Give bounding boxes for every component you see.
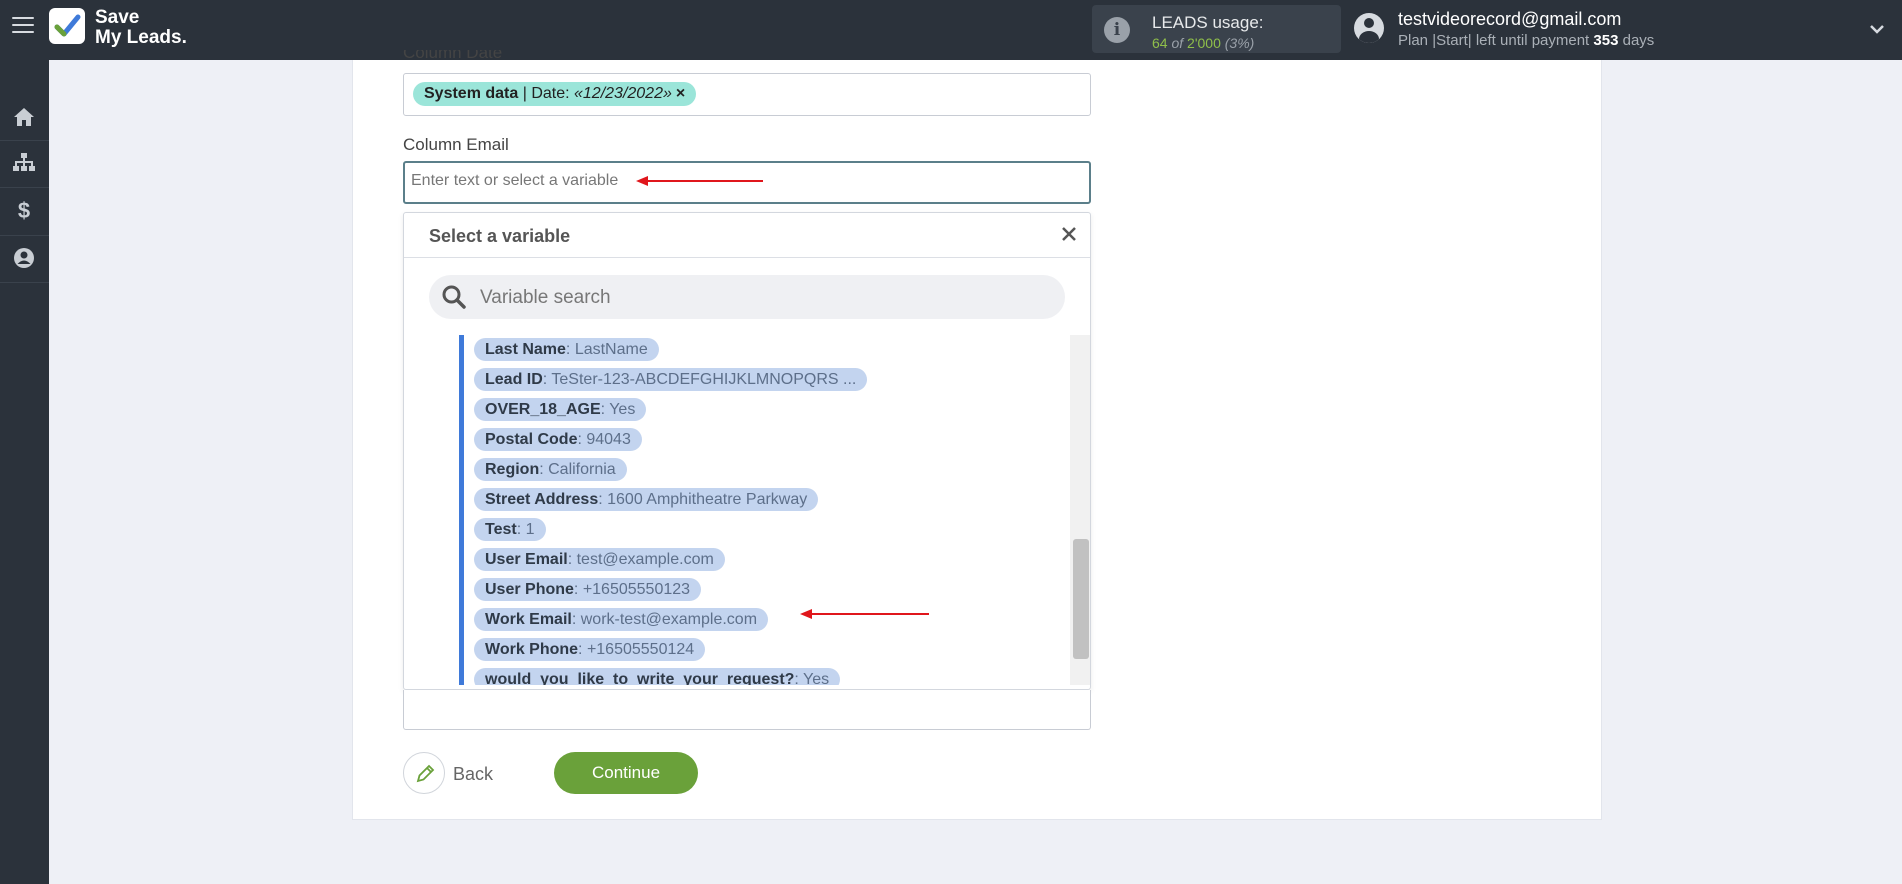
variable-item[interactable]: Work Phone: +16505550124 <box>474 638 706 661</box>
variable-value: : 1 <box>516 521 535 538</box>
connections-icon[interactable] <box>10 148 38 176</box>
pencil-icon <box>416 764 435 783</box>
menu-icon[interactable] <box>12 17 34 35</box>
variable-item[interactable]: OVER_18_AGE: Yes <box>474 398 647 421</box>
variable-value: : Yes <box>600 401 636 418</box>
variable-key: Last Name <box>485 341 566 358</box>
usage-value: 64 of 2'000 (3%) <box>1152 35 1254 51</box>
variable-item[interactable]: Last Name: LastName <box>474 338 659 361</box>
variable-item[interactable]: Test: 1 <box>474 518 546 541</box>
variable-key: would_you_like_to_write_your_request? <box>485 671 795 685</box>
close-icon[interactable] <box>1060 225 1078 243</box>
plan-text: Plan |Start| left until payment <box>1398 32 1590 49</box>
variable-value: : +16505550124 <box>578 641 695 658</box>
tag-source: System data <box>424 85 519 102</box>
search-input[interactable] <box>480 287 1040 309</box>
variable-key: Street Address <box>485 491 599 508</box>
variable-key: Postal Code <box>485 431 578 448</box>
variable-item[interactable]: Postal Code: 94043 <box>474 428 642 451</box>
column-email-label: Column Email <box>403 135 509 154</box>
logo-icon[interactable] <box>49 8 85 44</box>
leads-usage-panel: i LEADS usage: 64 of 2'000 (3%) <box>1092 5 1341 53</box>
logo-text[interactable]: Save My Leads. <box>95 8 187 48</box>
variable-item[interactable]: User Phone: +16505550123 <box>474 578 702 601</box>
column-date-label: Column Date <box>403 50 503 60</box>
variable-key: Work Email <box>485 611 572 628</box>
scrollbar-thumb[interactable] <box>1073 539 1089 659</box>
date-variable-tag[interactable]: System data | Date: «12/23/2022» × <box>413 82 697 106</box>
variable-value: : TeSter-123-ABCDEFGHIJKLMNOPQRS ... <box>542 371 857 388</box>
usage-of: of <box>1171 35 1184 51</box>
variable-item[interactable]: Work Email: work-test@example.com <box>474 608 769 631</box>
plan-days: 353 <box>1593 32 1619 49</box>
usage-used: 64 <box>1152 35 1168 51</box>
variable-item[interactable]: would_you_like_to_write_your_request?: Y… <box>474 668 841 685</box>
variable-value: : California <box>539 461 616 478</box>
variable-value: : Yes <box>794 671 830 685</box>
variable-key: Region <box>485 461 540 478</box>
variable-value: : 1600 Amphitheatre Parkway <box>598 491 808 508</box>
svg-text:$: $ <box>18 198 30 222</box>
search-icon <box>441 284 467 310</box>
variable-item[interactable]: Region: California <box>474 458 627 481</box>
logo-line-2: My Leads. <box>95 27 187 48</box>
variable-value: : test@example.com <box>567 551 714 568</box>
back-label[interactable]: Back <box>453 764 493 785</box>
continue-button[interactable]: Continue <box>554 752 698 794</box>
chevron-down-icon[interactable] <box>1868 20 1886 38</box>
account-icon[interactable] <box>10 244 38 272</box>
plan-days-suffix: days <box>1622 32 1655 49</box>
user-plan: Plan |Start| left until payment 353 days <box>1398 32 1654 49</box>
sidebar: $ <box>0 60 49 884</box>
variable-value: : LastName <box>565 341 648 358</box>
usage-percent: (3%) <box>1224 35 1255 51</box>
info-icon: i <box>1104 17 1130 43</box>
variable-key: Work Phone <box>485 641 579 658</box>
variable-item[interactable]: Lead ID: TeSter-123-ABCDEFGHIJKLMNOPQRS … <box>474 368 868 391</box>
variable-value: : 94043 <box>577 431 631 448</box>
variable-key: Test <box>485 521 517 538</box>
dropdown-title: Select a variable <box>429 226 571 246</box>
usage-total: 2'000 <box>1187 35 1221 51</box>
next-field[interactable] <box>403 690 1091 730</box>
variable-key: User Phone <box>485 581 574 598</box>
annotation-arrow-icon <box>636 176 763 186</box>
back-button[interactable] <box>403 752 445 794</box>
avatar-icon[interactable] <box>1354 13 1384 43</box>
variable-dropdown: Select a variable Last Name: LastName Lea… <box>403 212 1091 690</box>
variable-item[interactable]: User Email: test@example.com <box>474 548 725 571</box>
annotation-arrow-work-email-icon <box>800 609 929 619</box>
home-icon[interactable] <box>10 103 38 131</box>
variable-value: : work-test@example.com <box>571 611 758 628</box>
remove-tag-icon[interactable]: × <box>676 85 685 102</box>
top-bar: Save My Leads. i LEADS usage: 64 of 2'00… <box>0 0 1902 60</box>
tag-value: «12/23/2022» <box>574 85 672 102</box>
usage-title: LEADS usage: <box>1152 13 1264 32</box>
tag-separator: | Date: <box>518 85 574 102</box>
variable-key: Lead ID <box>485 371 543 388</box>
variable-search[interactable] <box>429 275 1065 319</box>
logo-line-1: Save <box>95 7 140 28</box>
variable-list[interactable]: Last Name: LastName Lead ID: TeSter-123-A… <box>459 335 1069 685</box>
variable-item[interactable]: Street Address: 1600 Amphitheatre Parkwa… <box>474 488 819 511</box>
user-email[interactable]: testvideorecord@gmail.com <box>1398 9 1621 30</box>
variable-key: OVER_18_AGE <box>485 401 601 418</box>
billing-icon[interactable]: $ <box>10 196 38 224</box>
column-date-field[interactable]: System data | Date: «12/23/2022» × <box>403 73 1091 116</box>
variable-key: User Email <box>485 551 568 568</box>
variable-value: : +16505550123 <box>573 581 691 598</box>
